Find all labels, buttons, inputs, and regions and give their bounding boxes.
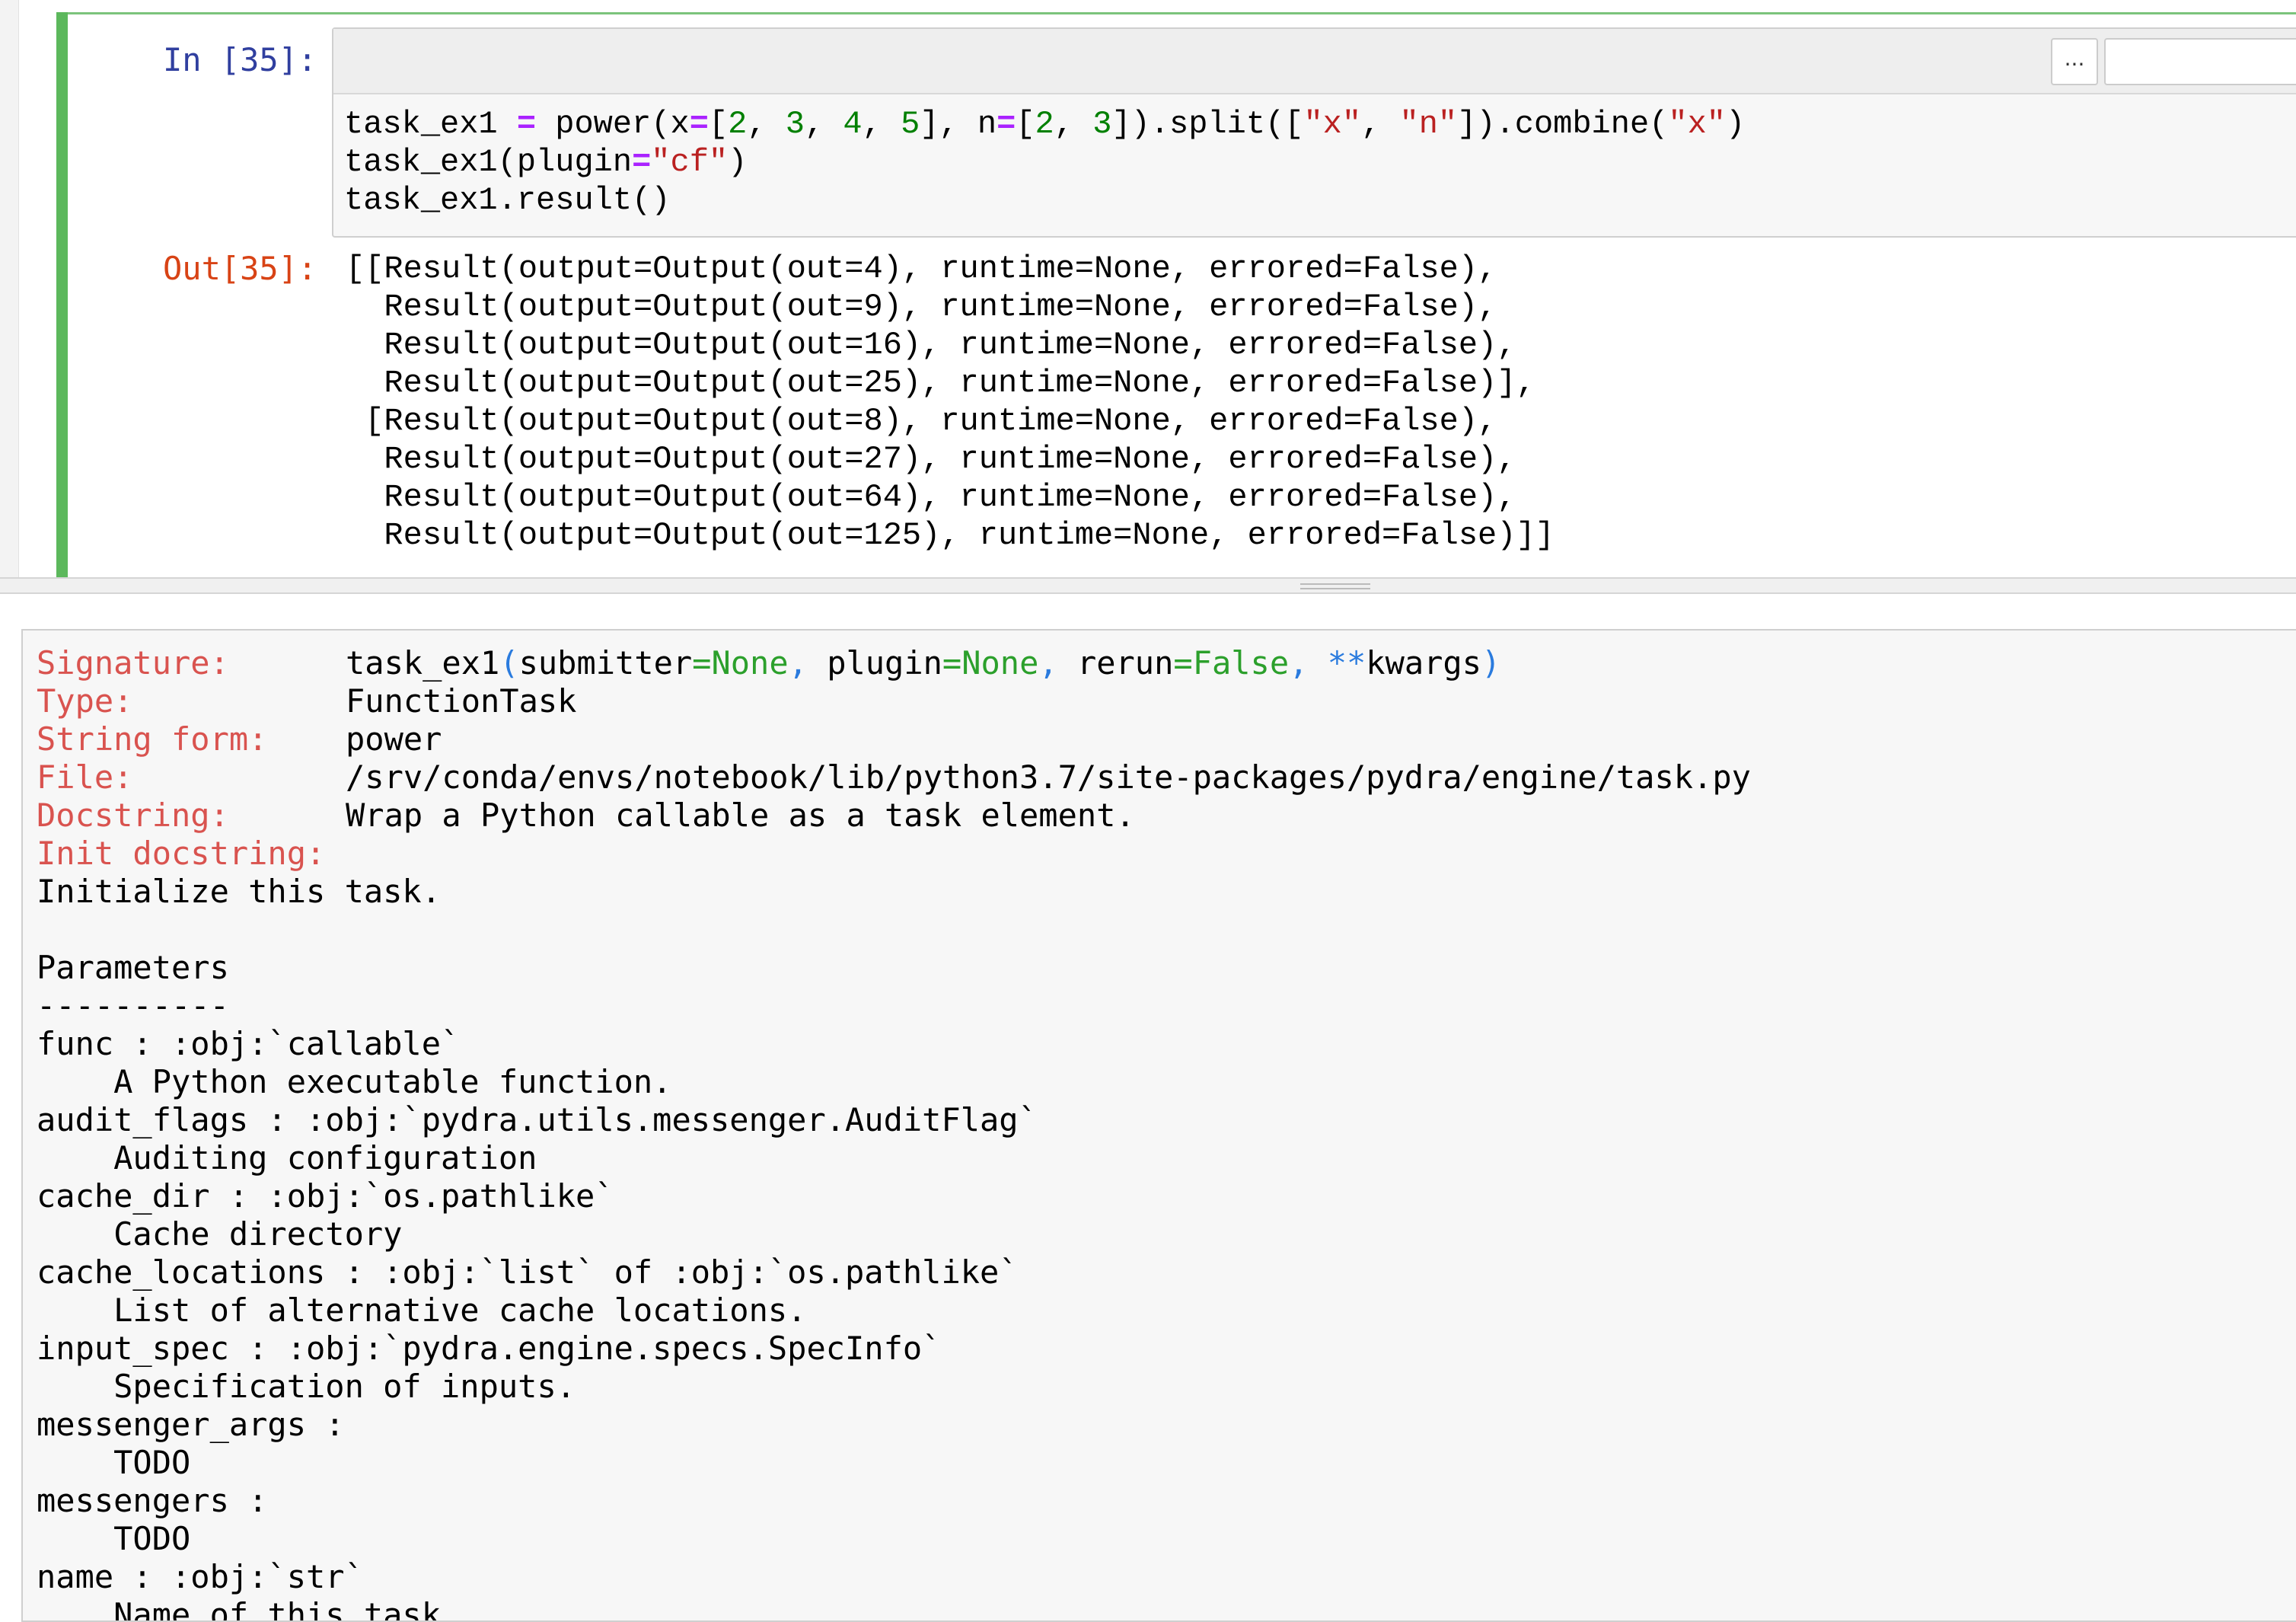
more-options-button[interactable]: ... xyxy=(2051,38,2098,85)
cell-selection-bar xyxy=(56,12,68,577)
docstring-label: Docstring: xyxy=(37,797,229,834)
string-form-label: String form: xyxy=(37,720,268,758)
doc-line: messenger_args : xyxy=(37,1406,345,1443)
drag-handle-icon[interactable] xyxy=(1300,583,1370,589)
doc-line: cache_dir : :obj:`os.pathlike` xyxy=(37,1177,614,1215)
output-prompt: Out[35]: xyxy=(163,250,317,287)
docstring-value: Wrap a Python callable as a task element… xyxy=(346,797,1135,834)
doc-line: TODO xyxy=(37,1520,191,1557)
doc-line: func : :obj:`callable` xyxy=(37,1025,461,1062)
doc-line: Specification of inputs. xyxy=(37,1368,576,1405)
init-docstring-label: Init docstring: xyxy=(37,835,326,872)
file-row: File: /srv/conda/envs/notebook/lib/python… xyxy=(37,758,1751,797)
pager-splitter[interactable] xyxy=(0,577,2296,594)
signature-label: Signature: xyxy=(37,644,229,682)
cell-toolbar: ... xyxy=(333,29,2296,94)
doc-line: TODO xyxy=(37,1444,191,1481)
string-form-row: String form: power xyxy=(37,720,1751,758)
doc-line: Name of this task. xyxy=(37,1596,461,1622)
output-line: Result(output=Output(out=125), runtime=N… xyxy=(346,517,1555,554)
doc-line xyxy=(37,911,1751,949)
signature-value: task_ex1(submitter=None, plugin=None, re… xyxy=(346,644,1501,682)
output-line: Result(output=Output(out=64), runtime=No… xyxy=(346,479,1516,516)
output-line: Result(output=Output(out=16), runtime=No… xyxy=(346,327,1516,363)
code-editor[interactable]: task_ex1 = power(x=[2, 3, 4, 5], n=[2, 3… xyxy=(344,105,1745,219)
output-line: [Result(output=Output(out=8), runtime=No… xyxy=(346,403,1497,439)
doc-line: Initialize this task. xyxy=(37,873,442,910)
string-form-value: power xyxy=(346,720,442,758)
help-pager[interactable]: Signature: task_ex1(submitter=None, plugi… xyxy=(21,629,2296,1622)
pager-content: Signature: task_ex1(submitter=None, plugi… xyxy=(37,644,1751,1622)
doc-line: Parameters xyxy=(37,949,229,986)
output-line: Result(output=Output(out=25), runtime=No… xyxy=(346,365,1535,401)
doc-line: Auditing configuration xyxy=(37,1139,537,1177)
doc-line: List of alternative cache locations. xyxy=(37,1292,807,1329)
code-input-area[interactable]: ... task_ex1 = power(x=[2, 3, 4, 5], n=[… xyxy=(332,27,2296,238)
output-line: Result(output=Output(out=27), runtime=No… xyxy=(346,441,1516,477)
input-prompt: In [35]: xyxy=(163,41,317,78)
notebook-area: In [35]: ... task_ex1 = power(x=[2, 3, 4… xyxy=(0,0,2296,577)
doc-line: ---------- xyxy=(37,987,229,1024)
doc-line: audit_flags : :obj:`pydra.utils.messenge… xyxy=(37,1101,1038,1138)
init-docstring-row: Init docstring: xyxy=(37,835,1751,873)
cell-output: [[Result(output=Output(out=4), runtime=N… xyxy=(346,250,1555,554)
type-row: Type: FunctionTask xyxy=(37,682,1751,720)
signature-row: Signature: task_ex1(submitter=None, plugi… xyxy=(37,644,1751,682)
code-line-2: task_ex1(plugin="cf") xyxy=(344,144,748,180)
file-label: File: xyxy=(37,758,133,796)
doc-line: Cache directory xyxy=(37,1215,403,1253)
notebook-left-scroll-strip xyxy=(0,0,19,577)
doc-line: input_spec : :obj:`pydra.engine.specs.Sp… xyxy=(37,1330,942,1367)
type-value: FunctionTask xyxy=(346,682,577,720)
type-label: Type: xyxy=(37,682,133,720)
code-line-1: task_ex1 = power(x=[2, 3, 4, 5], n=[2, 3… xyxy=(344,106,1746,142)
doc-line: cache_locations : :obj:`list` of :obj:`o… xyxy=(37,1253,1019,1291)
docstring-row: Docstring: Wrap a Python callable as a ta… xyxy=(37,797,1751,835)
code-line-3: task_ex1.result() xyxy=(344,182,671,219)
file-path: /srv/conda/envs/notebook/lib/python3.7/s… xyxy=(346,758,1751,796)
doc-line: name : :obj:`str` xyxy=(37,1558,364,1595)
doc-line: messengers : xyxy=(37,1482,268,1519)
doc-line: A Python executable function. xyxy=(37,1063,672,1100)
output-line: [[Result(output=Output(out=4), runtime=N… xyxy=(346,251,1497,287)
output-line: Result(output=Output(out=9), runtime=Non… xyxy=(346,289,1497,325)
cell-toolbar-field[interactable] xyxy=(2104,38,2296,85)
